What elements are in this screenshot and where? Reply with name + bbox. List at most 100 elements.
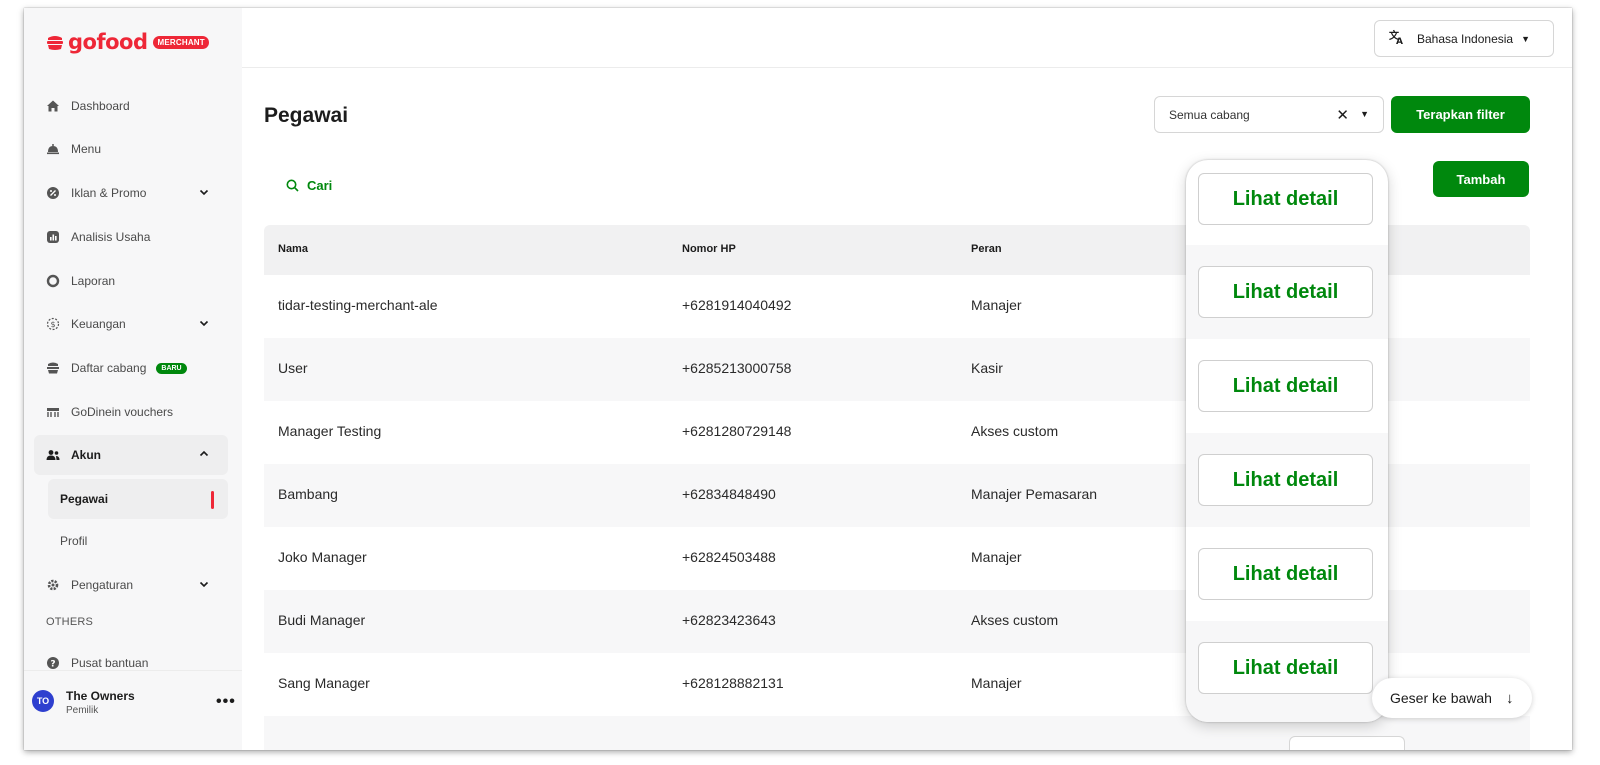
sidebar-item-label: Daftar cabang — [71, 361, 147, 375]
cell-role: Manajer — [971, 297, 1022, 313]
arrow-down-icon: ↓ — [1505, 689, 1514, 707]
cell-role: Akses custom — [971, 612, 1059, 628]
sidebar-item-label: Iklan & Promo — [71, 186, 147, 200]
others-section-label: OTHERS — [46, 616, 94, 628]
sidebar-item-laporan[interactable]: Laporan — [34, 261, 228, 301]
column-header-nomor-hp: Nomor HP — [682, 243, 736, 255]
svg-text:A: A — [1396, 37, 1403, 45]
sidebar-subitem-pegawai[interactable]: Pegawai — [48, 479, 228, 519]
cell-phone: +6285213000758 — [682, 360, 792, 376]
scroll-down-button[interactable]: Geser ke bawah ↓ — [1372, 678, 1532, 718]
users-icon — [46, 448, 60, 462]
language-label: Bahasa Indonesia — [1417, 31, 1514, 46]
gear-icon — [46, 578, 60, 592]
cell-name: Bambang — [278, 486, 338, 502]
sidebar: gofood MERCHANT Dashboard Menu Iklan & P… — [24, 8, 242, 750]
cell-role: Akses custom — [971, 423, 1059, 439]
gofood-logo-icon — [46, 34, 64, 51]
cell-phone: +6281280729148 — [682, 423, 792, 439]
sidebar-item-iklan-promo[interactable]: Iklan & Promo — [34, 173, 228, 213]
chevron-up-icon — [199, 450, 209, 457]
cell-phone: +62834848490 — [682, 486, 776, 502]
cell-role: Manajer — [971, 675, 1022, 691]
column-header-peran: Peran — [971, 243, 1002, 255]
finance-icon: $ — [46, 317, 60, 331]
chevron-down-icon — [199, 189, 209, 196]
search-icon — [286, 179, 299, 192]
sidebar-item-menu[interactable]: Menu — [34, 129, 228, 169]
cell-name: Budi Manager — [278, 612, 366, 628]
search-label: Cari — [307, 178, 333, 193]
sidebar-item-daftar-cabang[interactable]: Daftar cabang BARU — [34, 348, 228, 388]
view-detail-button[interactable]: Lihat detail — [1198, 642, 1373, 694]
top-bar: 文A Bahasa Indonesia ▼ — [242, 8, 1572, 68]
avatar: TO — [32, 690, 54, 712]
sidebar-subitem-label: Profil — [60, 534, 88, 548]
apply-filter-button[interactable]: Terapkan filter — [1391, 96, 1530, 133]
logo-wordmark: gofood — [68, 30, 148, 54]
user-name: The Owners — [66, 689, 135, 703]
caret-down-icon: ▼ — [1521, 33, 1530, 44]
add-employee-button[interactable]: Tambah — [1433, 161, 1529, 197]
sidebar-item-label: Akun — [71, 448, 101, 462]
active-indicator — [211, 491, 214, 509]
more-options-icon[interactable]: ••• — [216, 693, 236, 711]
cell-role: Manajer — [971, 549, 1022, 565]
language-selector[interactable]: 文A Bahasa Indonesia ▼ — [1374, 20, 1554, 57]
sidebar-item-label: Pusat bantuan — [71, 656, 149, 670]
translate-icon: 文A — [1389, 29, 1405, 48]
voucher-icon — [46, 405, 60, 419]
sidebar-item-label: Keuangan — [71, 317, 126, 331]
sidebar-subitem-profil[interactable]: Profil — [48, 521, 228, 561]
cell-name: Manager Testing — [278, 423, 382, 439]
view-detail-button[interactable]: Lihat detail — [1198, 548, 1373, 600]
sidebar-item-label: Laporan — [71, 274, 116, 288]
caret-down-icon: ▼ — [1360, 109, 1369, 119]
cell-phone: +6281914040492 — [682, 297, 792, 313]
sidebar-item-akun[interactable]: Akun — [34, 435, 228, 475]
report-icon — [46, 274, 60, 288]
cell-name: Joko Manager — [278, 549, 367, 565]
branch-filter-value: Semua cabang — [1169, 107, 1250, 122]
view-detail-button[interactable]: Lihat detail — [1198, 454, 1373, 506]
sidebar-item-label: GoDinein vouchers — [71, 405, 174, 419]
branch-filter-select[interactable]: Semua cabang ✕ ▼ — [1154, 96, 1384, 133]
scroll-down-label: Geser ke bawah — [1390, 690, 1492, 706]
clear-icon[interactable]: ✕ — [1336, 106, 1349, 124]
column-header-nama: Nama — [278, 243, 308, 255]
view-detail-button[interactable]: Lihat detail — [1198, 360, 1373, 412]
chevron-down-icon — [199, 320, 209, 327]
cloche-icon — [46, 142, 60, 156]
cell-name: Sang Manager — [278, 675, 370, 691]
store-icon — [46, 361, 60, 375]
sidebar-item-dashboard[interactable]: Dashboard — [34, 86, 228, 126]
partial-row-button[interactable] — [1289, 736, 1405, 750]
search-button[interactable]: Cari — [286, 178, 332, 193]
view-detail-button[interactable]: Lihat detail — [1198, 173, 1373, 225]
gofood-logo[interactable]: gofood MERCHANT — [46, 30, 209, 54]
sidebar-item-godinein-vouchers[interactable]: GoDinein vouchers — [34, 392, 228, 432]
cell-phone: +62824503488 — [682, 549, 776, 565]
sidebar-item-label: Analisis Usaha — [71, 230, 151, 244]
user-role: Pemilik — [66, 705, 99, 716]
cell-phone: +62823423643 — [682, 612, 776, 628]
help-icon: ? — [46, 656, 60, 670]
cell-phone: +628128882131 — [682, 675, 784, 691]
sidebar-item-label: Menu — [71, 142, 102, 156]
home-icon — [46, 99, 60, 113]
sidebar-item-label: Dashboard — [71, 99, 130, 113]
user-profile-bar[interactable]: TO The Owners Pemilik ••• — [24, 670, 242, 750]
svg-text:$: $ — [50, 320, 55, 329]
analytics-icon — [46, 230, 60, 244]
promo-icon — [46, 186, 60, 200]
sidebar-item-keuangan[interactable]: $ Keuangan — [34, 304, 228, 344]
logo-merchant-badge: MERCHANT — [153, 35, 209, 49]
cell-role: Kasir — [971, 360, 1003, 376]
sidebar-item-analisis-usaha[interactable]: Analisis Usaha — [34, 217, 228, 257]
sidebar-item-pengaturan[interactable]: Pengaturan — [34, 565, 228, 605]
sidebar-subitem-label: Pegawai — [60, 492, 109, 506]
cell-name: User — [278, 360, 308, 376]
view-detail-button[interactable]: Lihat detail — [1198, 266, 1373, 318]
new-badge: BARU — [156, 362, 187, 374]
detail-actions-panel: Lihat detail Lihat detail Lihat detail L… — [1186, 160, 1388, 722]
